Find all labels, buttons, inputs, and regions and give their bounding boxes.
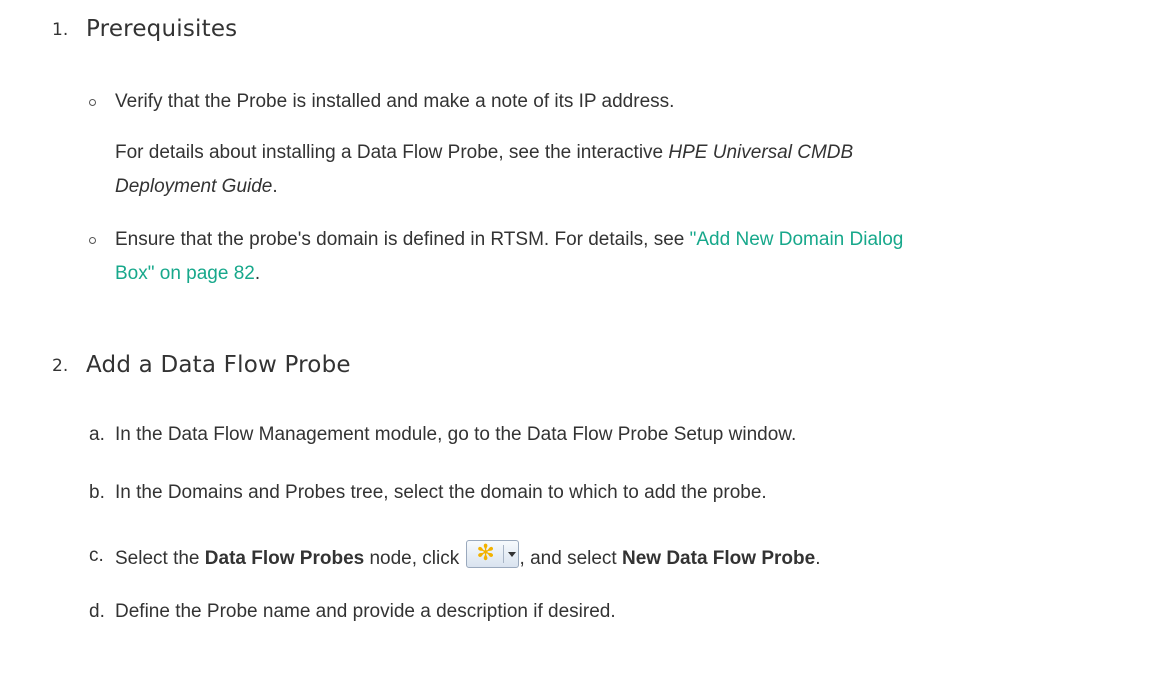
note-suffix: . bbox=[272, 176, 278, 197]
bullet-ensure-domain-line2: Box" on page 82. bbox=[115, 257, 260, 291]
step-text: node, click bbox=[364, 548, 465, 569]
section-title: Prerequisites bbox=[86, 16, 238, 42]
step-text: In the Data Flow Management module, go t… bbox=[115, 424, 797, 445]
step-text: Define the Probe name and provide a desc… bbox=[115, 601, 616, 622]
bullet-text: Ensure that the probe's domain is define… bbox=[115, 229, 690, 250]
note-text: For details about installing a Data Flow… bbox=[115, 142, 669, 163]
step-text: , and select bbox=[519, 548, 622, 569]
bullet-icon bbox=[89, 237, 96, 244]
guide-title-cont: Deployment Guide bbox=[115, 176, 273, 197]
bullet-icon bbox=[89, 99, 96, 106]
new-star-icon: ✻ bbox=[476, 541, 495, 566]
bullet-verify-probe: Verify that the Probe is installed and m… bbox=[115, 85, 674, 119]
step-letter: c. bbox=[89, 545, 104, 566]
link-add-domain-dialog[interactable]: "Add New Domain Dialog bbox=[690, 229, 904, 250]
step-letter: b. bbox=[89, 482, 105, 503]
bullet-ensure-domain: Ensure that the probe's domain is define… bbox=[115, 223, 903, 257]
section-number: 2. bbox=[52, 356, 69, 376]
link-add-domain-dialog-cont[interactable]: Box" on page 82 bbox=[115, 263, 255, 284]
button-separator bbox=[502, 545, 504, 563]
note-install-guide: For details about installing a Data Flow… bbox=[115, 136, 853, 170]
note-install-guide-line2: Deployment Guide. bbox=[115, 170, 278, 204]
guide-title: HPE Universal CMDB bbox=[668, 142, 854, 163]
step-letter: a. bbox=[89, 424, 105, 445]
bullet-text: Verify that the Probe is installed and m… bbox=[115, 91, 675, 112]
step-letter: d. bbox=[89, 601, 105, 622]
bullet-suffix: . bbox=[254, 263, 261, 284]
ui-term-data-flow-probes: Data Flow Probes bbox=[204, 548, 365, 569]
step-text: . bbox=[815, 548, 821, 569]
section-title: Add a Data Flow Probe bbox=[86, 352, 351, 378]
step-text: In the Domains and Probes tree, select t… bbox=[115, 482, 767, 503]
ui-term-new-data-flow-probe: New Data Flow Probe bbox=[621, 548, 816, 569]
chevron-down-icon bbox=[507, 552, 516, 557]
new-item-toolbar-button: ✻ bbox=[465, 540, 519, 568]
section-number: 1. bbox=[52, 20, 69, 40]
step-select-new-probe: Select the Data Flow Probes node, click … bbox=[115, 540, 820, 570]
step-text: Select the bbox=[115, 548, 205, 569]
